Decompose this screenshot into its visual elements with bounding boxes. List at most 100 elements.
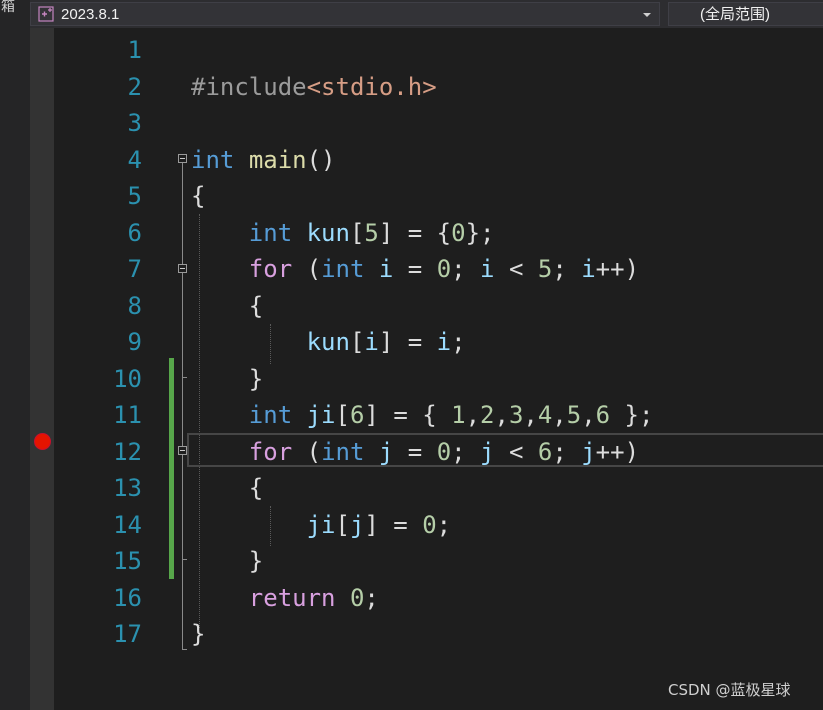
line-number: 16 <box>113 583 142 612</box>
code-token: , <box>523 401 538 429</box>
code-token: 5 <box>566 401 582 429</box>
line-number: 4 <box>127 145 142 174</box>
line-number: 13 <box>113 474 142 502</box>
code-token: 5 <box>364 218 379 247</box>
code-editor[interactable]: 1 2 3 4 5 6 7 8 9 10 11 12 13 14 15 16 17 #include<stdio… <box>30 28 823 710</box>
code-line[interactable]: #include<stdio.h> <box>191 69 437 105</box>
line-number: 15 <box>113 547 142 575</box>
code-token: 0 <box>436 255 452 283</box>
code-token: 4 <box>537 401 553 429</box>
code-token: 0 <box>451 218 466 247</box>
code-line[interactable]: return 0; <box>191 580 379 616</box>
line-number: 9 <box>127 328 142 356</box>
code-token: 6 <box>537 437 553 466</box>
project-dropdown[interactable]: 2023.8.1 <box>30 2 660 26</box>
code-line[interactable]: for (int j = 0; j < 6; j++) <box>191 434 639 470</box>
fold-line-for-j <box>182 455 183 559</box>
line-number: 7 <box>127 255 142 283</box>
code-line[interactable]: } <box>191 543 263 579</box>
code-token: ] = <box>364 510 423 539</box>
navigation-bar: 2023.8.1 (全局范围) <box>30 0 823 28</box>
code-token: main <box>248 145 307 174</box>
code-token: j <box>349 510 365 539</box>
code-token: ] = { <box>364 401 452 429</box>
breakpoint-icon[interactable] <box>34 433 51 450</box>
code-token: ; <box>451 437 481 466</box>
code-token: , <box>581 401 596 429</box>
code-token: = <box>393 437 437 466</box>
code-token: = <box>393 255 437 283</box>
code-token: 0 <box>422 510 437 539</box>
code-line[interactable]: int main() <box>191 142 336 178</box>
code-token: int <box>248 218 293 247</box>
code-token: i <box>436 328 452 356</box>
code-token: i <box>480 255 495 283</box>
code-token: ++) <box>595 437 640 466</box>
code-line[interactable]: int kun[5] = {0}; <box>191 215 495 251</box>
code-token: return <box>248 583 336 612</box>
code-token: for <box>248 255 293 283</box>
change-tracking-bar <box>169 358 174 579</box>
code-line[interactable]: { <box>191 470 263 506</box>
fold-line-main <box>182 163 183 649</box>
code-token: } <box>191 364 264 393</box>
chevron-down-icon[interactable] <box>643 13 651 17</box>
code-token: 6 <box>595 401 611 429</box>
code-token: j <box>378 437 394 466</box>
code-token: { <box>191 474 264 502</box>
scope-dropdown[interactable]: (全局范围) <box>668 2 823 26</box>
code-token: }; <box>610 401 654 429</box>
code-token: , <box>494 401 509 429</box>
code-token: ji <box>306 510 336 539</box>
code-token: ++) <box>595 255 640 283</box>
code-token: 3 <box>508 401 524 429</box>
code-token: , <box>465 401 481 429</box>
code-token: }; <box>465 218 495 247</box>
code-line[interactable]: int ji[6] = { 1,2,3,4,5,6 }; <box>191 397 654 433</box>
glyph-margin[interactable] <box>30 28 54 710</box>
code-token: ; <box>451 328 466 356</box>
code-token: i <box>581 255 596 283</box>
code-token: i <box>378 255 394 283</box>
line-number: 14 <box>113 510 142 539</box>
code-token: 0 <box>436 437 452 466</box>
code-line[interactable]: { <box>191 288 263 324</box>
code-line[interactable]: { <box>191 178 205 214</box>
code-line[interactable]: ji[j] = 0; <box>191 507 452 543</box>
code-token: i <box>364 328 379 356</box>
code-token: <stdio.h> <box>306 72 437 101</box>
code-token: 2 <box>480 401 495 429</box>
code-line[interactable]: kun[i] = i; <box>191 324 466 360</box>
code-token: #include <box>191 72 307 101</box>
code-token: [ <box>335 401 350 429</box>
side-panel-tab[interactable]: 箱 <box>0 0 16 22</box>
code-token: kun <box>306 328 350 356</box>
line-number: 11 <box>113 401 142 429</box>
code-line[interactable]: } <box>191 616 205 652</box>
line-number: 3 <box>127 109 142 137</box>
fold-toggle-for-j[interactable] <box>178 446 187 455</box>
code-line[interactable]: for (int i = 0; i < 5; i++) <box>191 251 639 287</box>
code-token: () <box>306 145 336 174</box>
code-token: j <box>480 437 495 466</box>
code-token: { <box>191 182 206 210</box>
code-token: ji <box>306 401 336 429</box>
code-token: j <box>581 437 596 466</box>
code-token: 0 <box>349 583 365 612</box>
code-token: int <box>191 145 235 174</box>
code-line[interactable]: } <box>191 361 263 397</box>
project-name: 2023.8.1 <box>61 6 120 23</box>
fold-toggle-main[interactable] <box>178 154 187 163</box>
code-token: < <box>494 437 538 466</box>
code-token: } <box>191 620 206 648</box>
fold-toggle-for-i[interactable] <box>178 264 187 273</box>
fold-end-main <box>182 649 187 650</box>
solution-explorer-strip: 箱 <box>0 0 30 710</box>
